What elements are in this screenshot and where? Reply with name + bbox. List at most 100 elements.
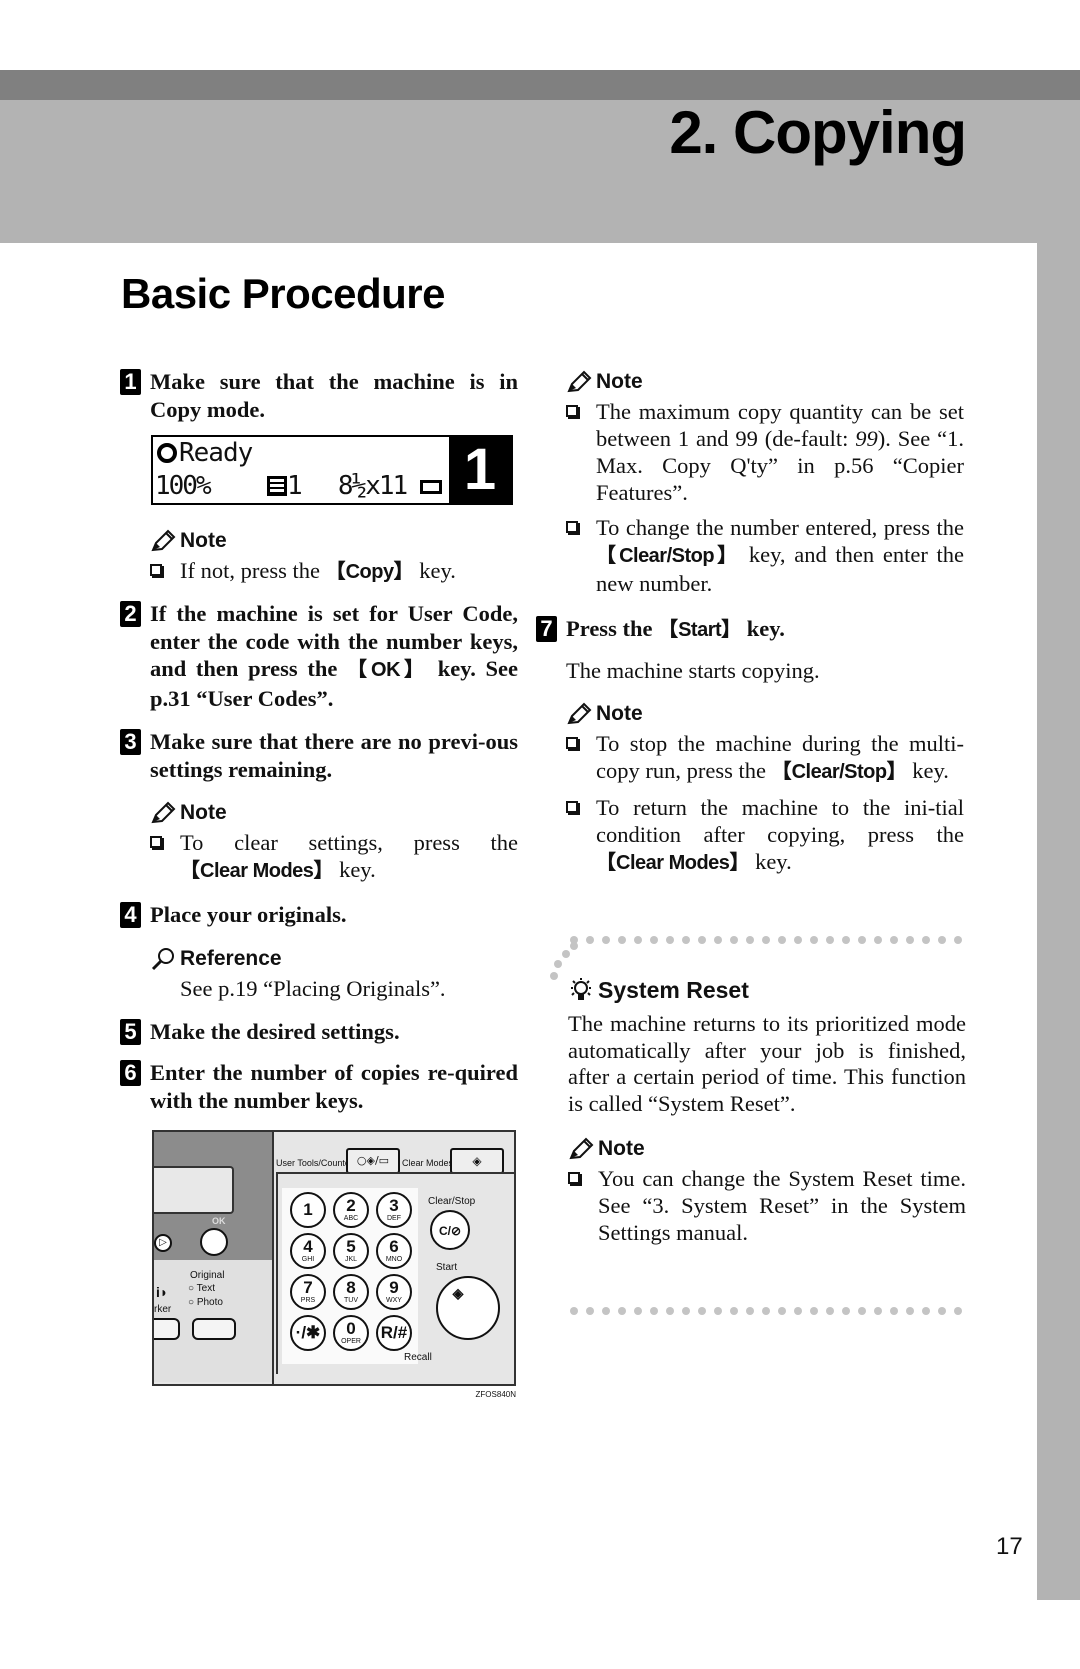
border-dot <box>682 1307 690 1315</box>
number-key[interactable]: R/# <box>376 1315 412 1351</box>
number-key[interactable]: 1 <box>290 1192 326 1228</box>
note-text: key. <box>333 857 376 882</box>
number-key[interactable]: 3 DEF <box>376 1192 412 1228</box>
key-letters: TUV <box>344 1297 358 1304</box>
number-key[interactable]: 5 JKL <box>333 1233 369 1269</box>
note-item: To clear settings, press the 【Clear Mode… <box>150 829 518 885</box>
step-6: 6 Enter the number of copies re-quired w… <box>120 1059 518 1114</box>
density-icon: i◗ <box>156 1284 169 1300</box>
border-dot <box>618 936 626 944</box>
note-text: To return the machine to the ini-tial co… <box>596 794 964 847</box>
key-digit: 4 <box>303 1237 313 1256</box>
border-dot <box>874 936 882 944</box>
border-dot <box>890 936 898 944</box>
ok-label: OK <box>212 1216 226 1226</box>
key-digit: ·/✱ <box>295 1323 321 1342</box>
key-digit: 7 <box>303 1278 313 1297</box>
border-dot <box>570 942 578 950</box>
checkbox-square-icon <box>566 521 578 533</box>
checkbox-square-icon <box>566 736 578 749</box>
border-dot <box>826 936 834 944</box>
user-tools-counter-key[interactable]: ○◈/▭ <box>346 1148 400 1174</box>
number-key[interactable]: 7 PRS <box>290 1274 326 1310</box>
step-number: 6 <box>120 1060 141 1086</box>
reference-heading: Reference <box>150 945 518 973</box>
border-dot <box>682 936 690 944</box>
border-dot <box>954 936 962 944</box>
original-type-key[interactable] <box>192 1318 236 1340</box>
step-text: Make sure that there are no previ-ous se… <box>150 729 518 782</box>
border-dot <box>938 936 946 944</box>
paper-orientation-icon <box>419 480 442 494</box>
lcd-tray: 1 <box>286 471 303 501</box>
key-letters: OPER <box>341 1338 361 1345</box>
pencil-icon <box>567 370 592 393</box>
note-item: If not, press the 【Copy】 key. <box>150 557 518 586</box>
magnifier-icon <box>151 947 174 970</box>
clear-modes-key[interactable]: ◈ <box>450 1148 504 1174</box>
step-number: 5 <box>120 1018 141 1045</box>
pencil-icon <box>151 801 176 824</box>
border-dot <box>794 936 802 944</box>
border-dot <box>714 1307 722 1315</box>
start-key[interactable]: ◈ <box>436 1276 500 1340</box>
marker-key[interactable] <box>154 1318 180 1340</box>
border-dot <box>602 936 610 944</box>
photo-option-label: Photo <box>196 1297 223 1308</box>
border-dot <box>762 936 770 944</box>
note-text: If not, press the <box>180 558 326 583</box>
number-key[interactable]: 8 TUV <box>333 1274 369 1310</box>
pencil-icon <box>569 1137 594 1160</box>
border-dot <box>550 972 558 980</box>
start-label: Start <box>436 1262 458 1273</box>
border-dot <box>922 936 930 944</box>
number-key[interactable]: 6 MNO <box>376 1233 412 1269</box>
ok-key[interactable] <box>200 1228 228 1256</box>
scroll-right-key[interactable]: ▷ <box>154 1234 172 1252</box>
border-dot <box>618 1307 626 1315</box>
step-text: Enter the number of copies re-quired wit… <box>150 1060 518 1113</box>
reference-label: Reference <box>180 946 282 970</box>
original-label: Original <box>190 1270 225 1281</box>
border-dot <box>858 1307 866 1315</box>
lcd-ratio: 100% <box>155 471 212 501</box>
key-name: Start <box>678 619 722 641</box>
step-number: 7 <box>536 616 557 642</box>
note-heading: Note <box>566 700 964 728</box>
tip-title: System Reset <box>598 977 749 1003</box>
note-item: To stop the machine during the multi-cop… <box>566 730 964 786</box>
note-item: You can change the System Reset time. Se… <box>568 1165 966 1246</box>
step-text: Press the <box>566 616 659 641</box>
lcd-line-1: Ready <box>157 437 253 469</box>
original-photo-option: ○ Photo <box>188 1297 223 1308</box>
tip-heading: System Reset <box>568 975 966 1005</box>
note-item: To change the number entered, press the … <box>566 514 964 597</box>
clear-stop-key[interactable]: C/⊘ <box>430 1210 470 1250</box>
step-4: 4 Place your originals. <box>120 901 518 929</box>
number-key[interactable]: 4 GHI <box>290 1233 326 1269</box>
border-dot <box>666 936 674 944</box>
border-dot <box>794 1307 802 1315</box>
border-dot <box>650 936 658 944</box>
key-digit: 3 <box>389 1196 399 1215</box>
left-column: 1 Make sure that the machine is in Copy … <box>120 368 518 1399</box>
tip-border-top <box>550 936 966 980</box>
number-key[interactable]: 2 ABC <box>333 1192 369 1228</box>
control-panel-illustration: OK ▷ Original ○ Text ○ Photo rker i◗ Use… <box>152 1130 516 1399</box>
number-key[interactable]: 9 WXY <box>376 1274 412 1310</box>
border-dot <box>762 1307 770 1315</box>
step-2: 2 If the machine is set for User Code, e… <box>120 600 518 712</box>
user-tools-label: User Tools/Counter <box>276 1158 353 1168</box>
ready-indicator-icon <box>157 443 177 463</box>
key-name: Clear/Stop <box>791 760 888 783</box>
note-heading: Note <box>566 368 964 396</box>
step-1: 1 Make sure that the machine is in Copy … <box>120 368 518 423</box>
key-digit: 9 <box>389 1278 399 1297</box>
border-dot <box>842 936 850 944</box>
number-key[interactable]: 0 OPER <box>333 1315 369 1351</box>
border-dot <box>906 1307 914 1315</box>
number-key[interactable]: ·/✱ <box>290 1315 326 1351</box>
key-letters: DEF <box>387 1215 401 1222</box>
step-number: 1 <box>120 369 141 395</box>
key-name: Clear Modes <box>200 860 314 882</box>
